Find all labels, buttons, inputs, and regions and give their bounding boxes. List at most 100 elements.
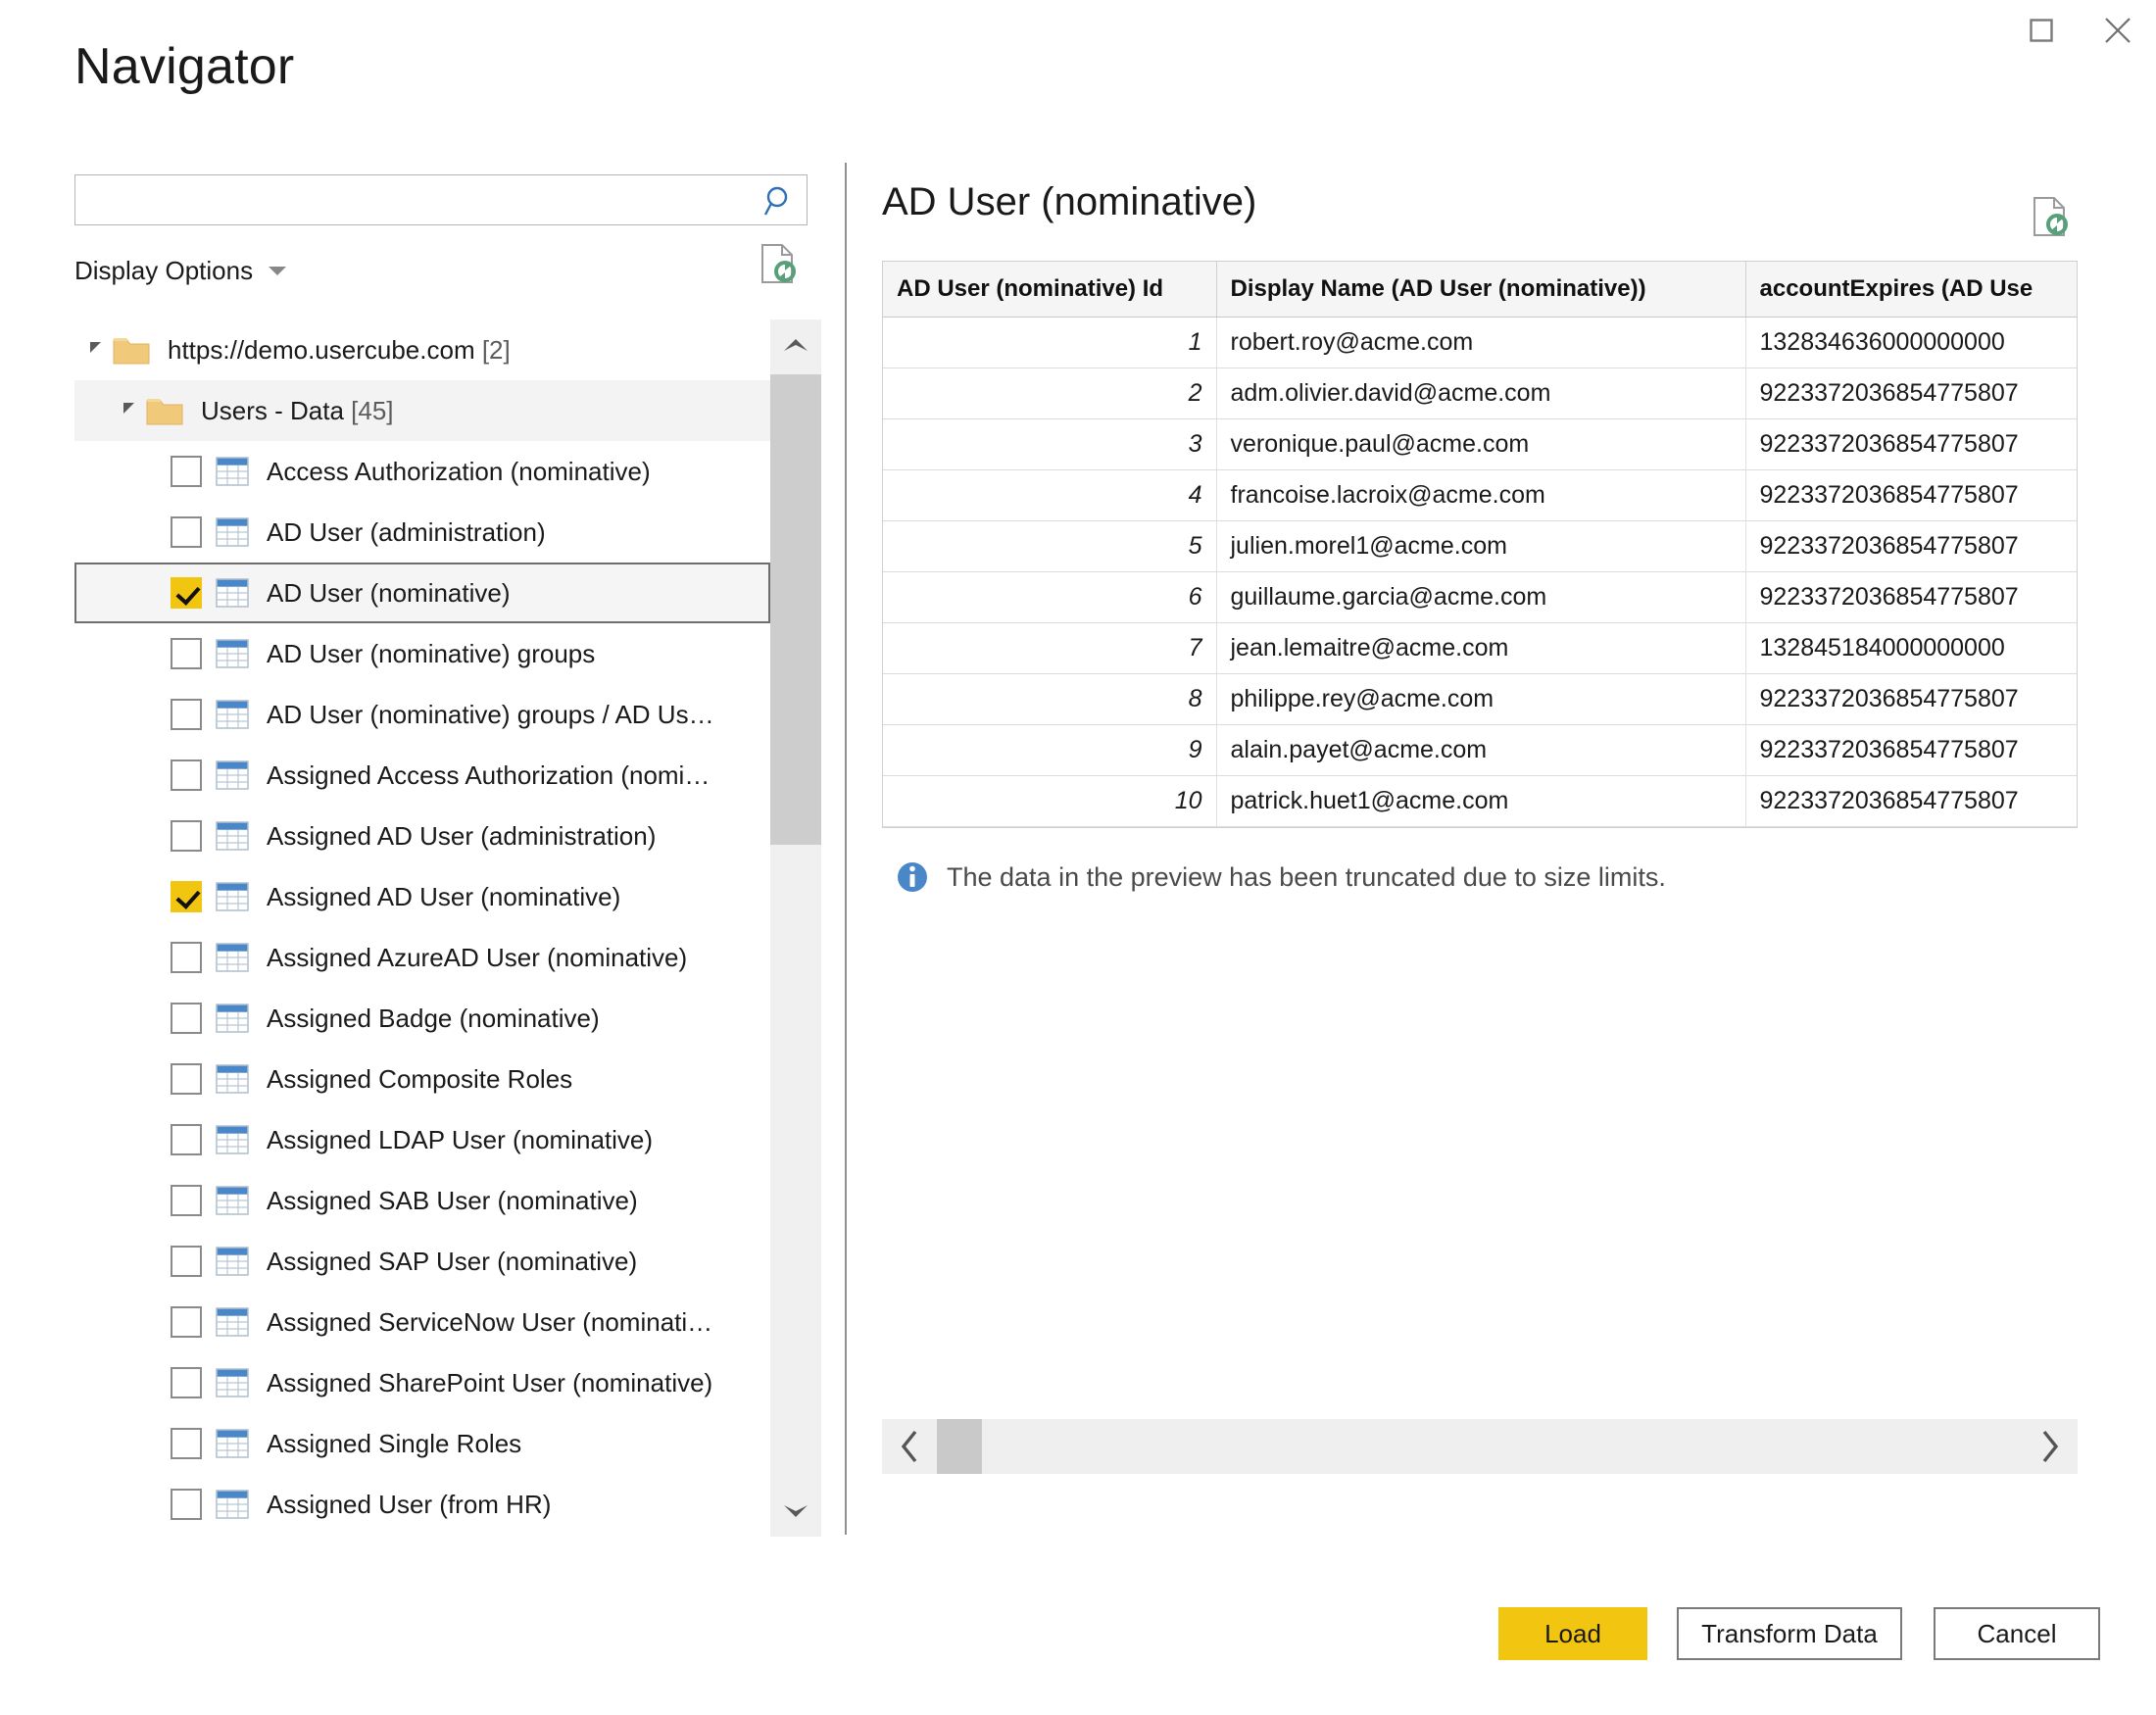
tree-item[interactable]: Access Authorization (nominative) [74,441,770,502]
checkbox-unchecked[interactable] [171,820,202,852]
tree-item-label: https://demo.usercube.com [2] [168,334,511,365]
table-row[interactable]: 6 guillaume.garcia@acme.com 92233720368547… [883,571,2077,623]
table-row[interactable]: 10 patrick.huet1@acme.com 9223372036854775… [883,775,2077,827]
scrollbar-thumb-horizontal[interactable] [937,1419,982,1474]
cell-account-expires: 132845184000000000 [1745,622,2077,674]
tree-item[interactable]: Assigned AzureAD User (nominative) [74,927,770,988]
checkbox-unchecked[interactable] [171,942,202,973]
scroll-right-button[interactable] [2023,1419,2078,1474]
chevron-down-icon [784,1505,808,1517]
scrollbar-thumb-vertical[interactable] [770,374,821,845]
transform-data-button[interactable]: Transform Data [1677,1607,1902,1660]
checkbox-unchecked[interactable] [171,1306,202,1338]
tree-item[interactable]: Assigned AD User (nominative) [74,866,770,927]
tree-item[interactable]: AD User (nominative) [74,563,770,623]
table-row[interactable]: 7 jean.lemaitre@acme.com 13284518400000000… [883,622,2077,674]
checkbox-checked[interactable] [171,577,202,609]
tree-item-label: Assigned SharePoint User (nominative) [267,1367,713,1397]
close-button[interactable] [2080,0,2156,61]
tree-item[interactable]: Assigned SAB User (nominative) [74,1170,770,1231]
search-input[interactable] [87,175,754,224]
search-icon[interactable] [763,184,797,218]
tree-item[interactable]: AD User (administration) [74,502,770,563]
tree-item[interactable]: Assigned ServiceNow User (nominati… [74,1292,770,1352]
truncation-notice: The data in the preview has been truncat… [896,860,1666,894]
table-row[interactable]: 4 francoise.lacroix@acme.com 9223372036854… [883,469,2077,521]
checkbox-unchecked[interactable] [171,638,202,669]
info-icon [898,862,927,892]
table-row[interactable]: 3 veronique.paul@acme.com 9223372036854775… [883,418,2077,470]
cancel-button[interactable]: Cancel [1934,1607,2100,1660]
checkbox-unchecked[interactable] [171,1124,202,1155]
checkbox-unchecked[interactable] [171,516,202,548]
tree-item[interactable]: AD User (nominative) groups / AD Us… [74,684,770,745]
tree-item[interactable]: AD User (nominative) groups [74,623,770,684]
tree-item[interactable]: Assigned Single Roles [74,1413,770,1474]
panel-divider [845,163,847,1535]
tree-item[interactable]: Assigned SAP User (nominative) [74,1231,770,1292]
checkbox-unchecked[interactable] [171,1489,202,1520]
expand-triangle-icon[interactable] [90,341,101,353]
preview-title: AD User (nominative) [882,180,1257,223]
cell-id: 2 [883,368,1217,419]
checkbox-unchecked[interactable] [171,1367,202,1398]
cell-display-name: adm.olivier.david@acme.com [1216,368,1746,419]
column-header-account-expires[interactable]: accountExpires (AD Use [1745,262,2077,318]
checkbox-checked[interactable] [171,881,202,912]
preview-horizontal-scrollbar[interactable] [882,1419,2078,1474]
tree-item[interactable]: Assigned AD User (administration) [74,806,770,866]
table-grid-icon [216,1004,249,1033]
navigation-tree[interactable]: https://demo.usercube.com [2] Users - Da… [74,319,808,1537]
scroll-down-button[interactable] [770,1486,821,1537]
cell-account-expires: 9223372036854775807 [1745,368,2077,419]
refresh-document-icon-left[interactable] [759,243,796,284]
search-box[interactable] [74,174,808,225]
cell-display-name: julien.morel1@acme.com [1216,520,1746,572]
tree-item[interactable]: Assigned Badge (nominative) [74,988,770,1049]
table-row[interactable]: 8 philippe.rey@acme.com 922337203685477580… [883,673,2077,725]
display-options-label: Display Options [74,255,254,285]
checkbox-unchecked[interactable] [171,1428,202,1459]
cell-account-expires: 9223372036854775807 [1745,469,2077,521]
table-grid-icon [216,821,249,851]
tree-item[interactable]: Assigned Composite Roles [74,1049,770,1109]
tree-item-label: AD User (nominative) groups [267,638,596,668]
checkbox-unchecked[interactable] [171,1246,202,1277]
checkbox-unchecked[interactable] [171,699,202,730]
expand-triangle-icon[interactable] [123,402,134,414]
table-row[interactable]: 2 adm.olivier.david@acme.com 9223372036854… [883,368,2077,419]
table-row[interactable]: 1 robert.roy@acme.com 132834636000000000 [883,317,2077,368]
scroll-left-button[interactable] [882,1419,937,1474]
title-bar [0,0,2156,61]
scroll-up-button[interactable] [770,319,821,370]
checkbox-unchecked[interactable] [171,1185,202,1216]
checkbox-unchecked[interactable] [171,456,202,487]
tree-folder-row[interactable]: https://demo.usercube.com [2] [74,319,770,380]
tree-item[interactable]: Assigned Access Authorization (nomi… [74,745,770,806]
table-grid-icon [216,1307,249,1337]
cell-display-name: alain.payet@acme.com [1216,724,1746,776]
cell-account-expires: 9223372036854775807 [1745,520,2077,572]
cell-display-name: philippe.rey@acme.com [1216,673,1746,725]
checkbox-unchecked[interactable] [171,1063,202,1095]
display-options-dropdown[interactable]: Display Options [74,251,287,290]
maximize-button[interactable] [2003,0,2080,61]
tree-vertical-scrollbar[interactable] [770,319,821,1537]
column-header-display-name[interactable]: Display Name (AD User (nominative)) [1216,262,1746,318]
table-row[interactable]: 9 alain.payet@acme.com 9223372036854775807 [883,724,2077,776]
tree-folder-row[interactable]: Users - Data [45] [74,380,770,441]
table-row[interactable]: 5 julien.morel1@acme.com 92233720368547758… [883,520,2077,572]
checkbox-unchecked[interactable] [171,760,202,791]
column-header-id[interactable]: AD User (nominative) Id [883,262,1217,318]
tree-item[interactable]: Assigned User (from HR) [74,1474,770,1535]
tree-item[interactable]: Assigned SharePoint User (nominative) [74,1352,770,1413]
table-grid-icon [216,639,249,668]
checkbox-unchecked[interactable] [171,1003,202,1034]
cell-id: 5 [883,520,1217,572]
table-grid-icon [216,1368,249,1397]
page-title: Navigator [74,38,295,95]
load-button[interactable]: Load [1498,1607,1647,1660]
tree-item[interactable]: Assigned LDAP User (nominative) [74,1109,770,1170]
refresh-document-icon-right[interactable] [2031,196,2068,237]
tree-item-label: Assigned Badge (nominative) [267,1003,600,1033]
